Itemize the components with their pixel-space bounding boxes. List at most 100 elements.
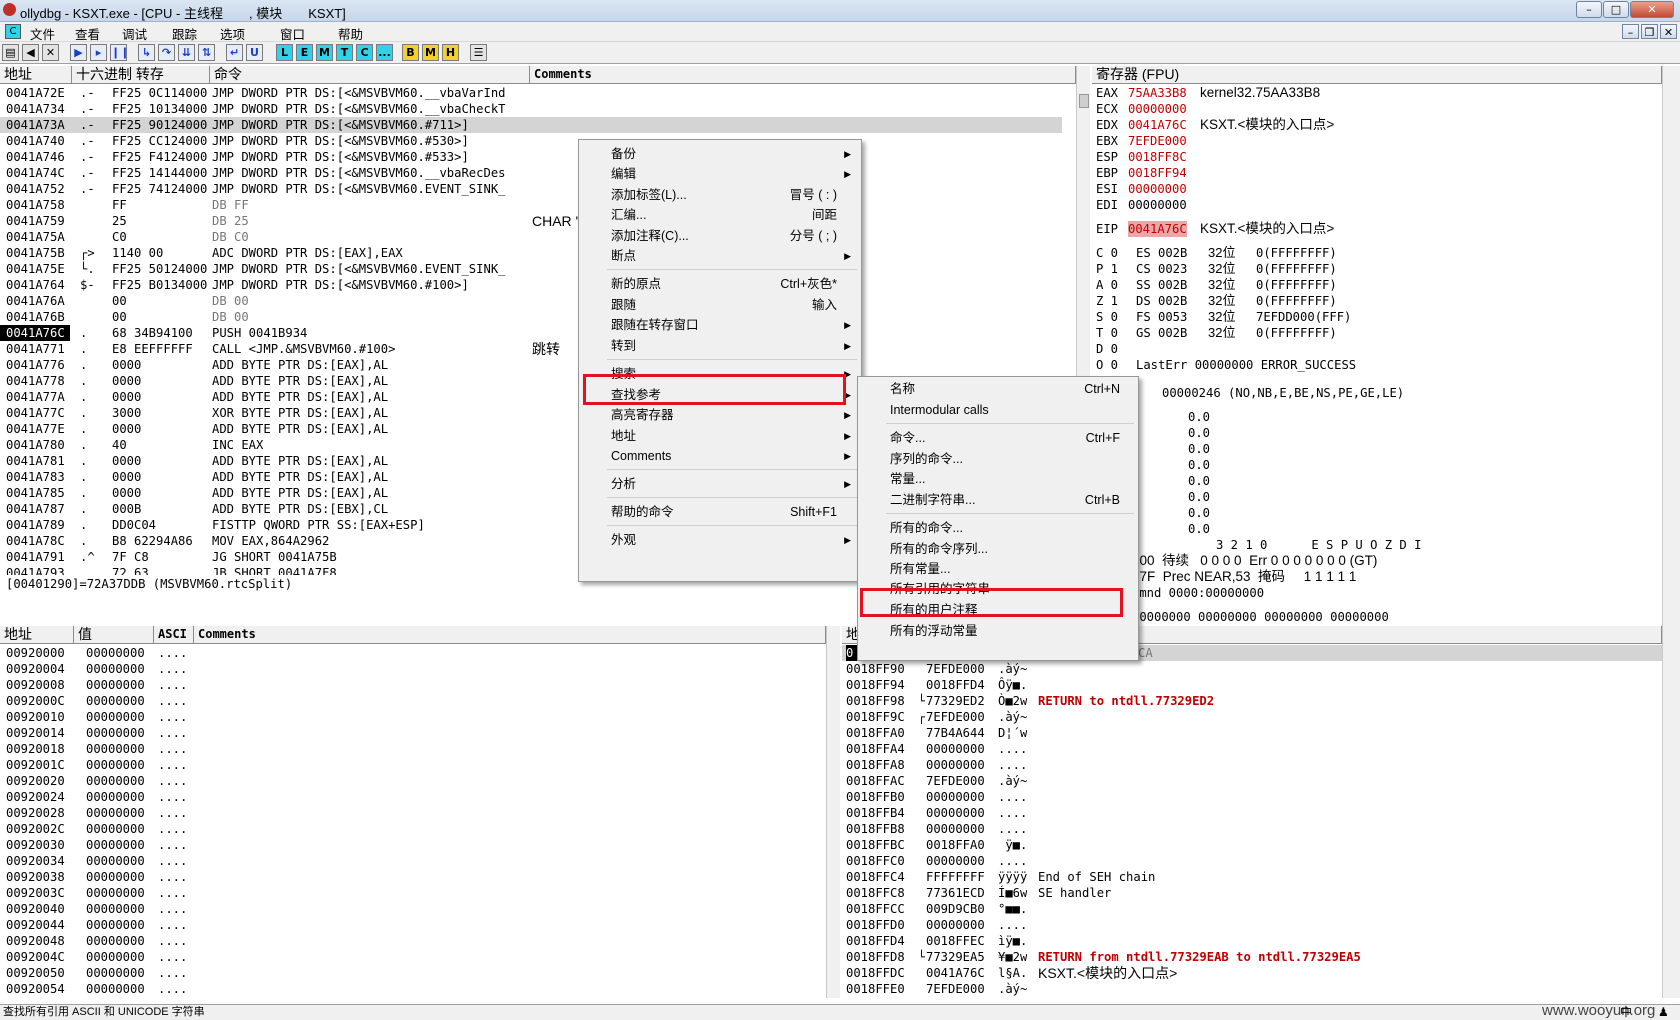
stack-row[interactable]: 0018FFDC 0041A76C l§A. KSXT.<模块的入口点> <box>842 965 1662 981</box>
stack-row[interactable]: 0018FFA4 00000000.... <box>842 741 1662 757</box>
register-row[interactable]: ESI 00000000 <box>1092 181 1662 197</box>
disasm-header-comments[interactable]: Comments <box>530 66 1076 84</box>
flag-row[interactable]: D 0 <box>1092 341 1662 357</box>
disasm-row[interactable]: 0041A771. E8 EEFFFFFF CALL <JMP.&MSVBVM60.… <box>0 341 1076 357</box>
memory-window-button[interactable]: M <box>316 44 333 61</box>
register-row[interactable]: ECX 00000000 <box>1092 101 1662 117</box>
menu-item-1[interactable]: 编辑 ▶ <box>581 164 859 185</box>
disasm-row[interactable]: 0041A776. 0000 ADD BYTE PTR DS:[EAX],AL <box>0 357 1076 373</box>
stack-pane[interactable]: 0kernel32.75AA33CA0018FF907EFDE000.àý~00… <box>842 645 1662 999</box>
search-submenu-item-1[interactable]: Intermodular calls <box>860 400 1136 421</box>
more-windows-button[interactable]: ... <box>376 44 393 61</box>
flag-row[interactable]: T 0 GS 002B 32位 0(FFFFFFFF) <box>1092 325 1662 341</box>
disasm-row[interactable]: 0041A76A 00 DB 00 <box>0 293 1076 309</box>
flag-row[interactable]: Z 1 DS 002B 32位 0(FFFFFFFF) <box>1092 293 1662 309</box>
menu-item-13[interactable]: 地址 ▶ <box>581 426 859 447</box>
minimize-button[interactable]: – <box>1576 1 1602 18</box>
search-submenu-item-5[interactable]: 二进制字符串... Ctrl+B <box>860 490 1136 511</box>
disasm-row[interactable]: 0041A740 .- FF25 CC124000 JMP DWORD PTR DS:… <box>0 133 1076 149</box>
disasm-row[interactable]: 0041A72E .- FF25 0C114000 JMP DWORD PTR DS:… <box>0 85 1076 101</box>
dump-row[interactable]: 00920000 00000000.... <box>0 645 826 661</box>
disasm-header-command[interactable]: 命令 <box>210 66 530 84</box>
stack-row[interactable]: 0018FF90 7EFDE000 .àý~ <box>842 661 1662 677</box>
run-thread-icon[interactable]: ▸ <box>90 44 107 61</box>
flag-row[interactable]: P 1 CS 0023 32位 0(FFFFFFFF) <box>1092 261 1662 277</box>
eip-row[interactable]: EIP 0041A76C KSXT.<模块的入口点> <box>1092 221 1662 237</box>
search-submenu-item-7[interactable]: 所有的命令序列... <box>860 539 1136 560</box>
dump-row[interactable]: 00920030 00000000.... <box>0 837 826 853</box>
dump-pane[interactable]: 00920000 00000000.... 00920004 00000000....… <box>0 645 826 999</box>
stack-row[interactable]: 0018FFB0 00000000.... <box>842 789 1662 805</box>
menu-item-17[interactable]: 外观 ▶ <box>581 530 859 551</box>
breakpoints-window-button[interactable]: B <box>402 44 419 61</box>
register-row[interactable]: EDX 0041A76C KSXT.<模块的入口点> <box>1092 117 1662 133</box>
restart-icon[interactable]: ◀ <box>22 44 39 61</box>
dump-header-ascii[interactable]: ASCI <box>154 626 194 644</box>
search-submenu-item-2[interactable]: 命令... Ctrl+F <box>860 428 1136 449</box>
dump-row[interactable]: 00920010 00000000.... <box>0 709 826 725</box>
trace-into-icon[interactable]: ⇊ <box>178 44 195 61</box>
memory-breakpoints-button[interactable]: M <box>422 44 439 61</box>
stack-row[interactable]: 0018FF98 └ 77329ED2 Ò■2w RETURN to ntdll.773… <box>842 693 1662 709</box>
dump-row[interactable]: 00920004 00000000.... <box>0 661 826 677</box>
open-icon[interactable]: ▤ <box>2 44 19 61</box>
register-value[interactable]: 0041A76C <box>1128 221 1187 237</box>
stack-row[interactable]: 0018FFC4 FFFFFFFF ÿÿÿÿ End of SEH chain <box>842 869 1662 885</box>
dump-row[interactable]: 00920050 00000000.... <box>0 965 826 981</box>
dump-row[interactable]: 00920048 00000000.... <box>0 933 826 949</box>
search-submenu-item-0[interactable]: 名称 Ctrl+N <box>860 379 1136 400</box>
search-submenu-item-3[interactable]: 序列的命令... <box>860 449 1136 470</box>
menu-item-3[interactable]: 汇编... 间距 <box>581 205 859 226</box>
disasm-header-hex[interactable]: 十六进制 转存 <box>72 66 210 84</box>
menu-item-4[interactable]: 添加注释(C)... 分号 ( ; ) <box>581 226 859 247</box>
register-row[interactable]: EDI 00000000 <box>1092 197 1662 213</box>
disasm-scroll-thumb[interactable] <box>1079 94 1089 108</box>
menu-item-0[interactable]: 备份 ▶ <box>581 144 859 165</box>
pause-icon[interactable]: ❙❙ <box>110 44 129 61</box>
disasm-row[interactable]: 0041A76B 00 DB 00 <box>0 309 1076 325</box>
disasm-row[interactable]: 0041A758 FF DB FF <box>0 197 1076 213</box>
flag-row[interactable]: C 0 ES 002B 32位 0(FFFFFFFF) <box>1092 245 1662 261</box>
menu-window[interactable]: 窗口 <box>280 24 305 43</box>
register-value[interactable]: 00000000 <box>1128 181 1187 197</box>
register-value[interactable]: 75AA33B8 <box>1128 85 1187 101</box>
trace-over-icon[interactable]: ⇅ <box>198 44 215 61</box>
stack-row[interactable]: 0018FFA0 77B4A644 D¦´w <box>842 725 1662 741</box>
stack-row[interactable]: 0018FFD8 └ 77329EA5 ¥■2w RETURN from ntdll.7… <box>842 949 1662 965</box>
stack-row[interactable]: 0018FFBC 0018FFA0 ÿ■. <box>842 837 1662 853</box>
register-value[interactable]: 0041A76C <box>1128 117 1187 133</box>
disasm-row[interactable]: 0041A734 .- FF25 10134000 JMP DWORD PTR DS:… <box>0 101 1076 117</box>
run-icon[interactable]: ▶ <box>70 44 87 61</box>
menu-file[interactable]: 文件 <box>30 24 55 43</box>
dump-row[interactable]: 0092000C 00000000.... <box>0 693 826 709</box>
menu-options[interactable]: 选项 <box>220 24 245 43</box>
dump-row[interactable]: 00920008 00000000.... <box>0 677 826 693</box>
disasm-header-address[interactable]: 地址 <box>0 66 72 84</box>
close-button[interactable]: ✕ <box>1630 1 1674 18</box>
disasm-row[interactable]: 0041A74C .- FF25 14144000 JMP DWORD PTR DS:… <box>0 165 1076 181</box>
dump-row[interactable]: 0092004C 00000000.... <box>0 949 826 965</box>
search-submenu-item-8[interactable]: 所有常量... <box>860 559 1136 580</box>
disasm-row[interactable]: 0041A73A .- FF25 90124000 JMP DWORD PTR DS:… <box>0 117 1062 133</box>
step-over-icon[interactable]: ↷ <box>158 44 175 61</box>
stack-row[interactable]: 0018FFE0 7EFDE000 .àý~ <box>842 981 1662 997</box>
menu-debug[interactable]: 调试 <box>122 24 147 43</box>
menu-item-9[interactable]: 转到 ▶ <box>581 336 859 357</box>
close-icon[interactable]: ✕ <box>42 44 59 61</box>
stack-row[interactable]: 0018FF9C ┌ 7EFDE000 .àý~ <box>842 709 1662 725</box>
menu-item-16[interactable]: 帮助的命令 Shift+F1 <box>581 502 859 523</box>
register-value[interactable]: 00000000 <box>1128 197 1187 213</box>
flag-row[interactable]: S 0 FS 0053 32位 7EFDD000(FFF) <box>1092 309 1662 325</box>
cpu-window-button[interactable]: C <box>356 44 373 61</box>
disasm-row[interactable]: 0041A76C. 68 34B94100 PUSH 0041B934 <box>0 325 1076 341</box>
register-row[interactable]: ESP 0018FF8C <box>1092 149 1662 165</box>
stack-row[interactable]: 0018FFAC 7EFDE000 .àý~ <box>842 773 1662 789</box>
registers-pane[interactable]: EAX 75AA33B8 kernel32.75AA33B8 ECX 00000000 E… <box>1092 85 1662 625</box>
dump-row[interactable]: 00920054 00000000.... <box>0 981 826 997</box>
menu-item-12[interactable]: 高亮寄存器 ▶ <box>581 405 859 426</box>
register-row[interactable]: EAX 75AA33B8 kernel32.75AA33B8 <box>1092 85 1662 101</box>
stack-row[interactable]: 0018FFCC 009D9CB0 °■■. <box>842 901 1662 917</box>
stack-row[interactable]: 0018FFA8 00000000.... <box>842 757 1662 773</box>
dump-row[interactable]: 00920024 00000000.... <box>0 789 826 805</box>
dump-row[interactable]: 00920018 00000000.... <box>0 741 826 757</box>
